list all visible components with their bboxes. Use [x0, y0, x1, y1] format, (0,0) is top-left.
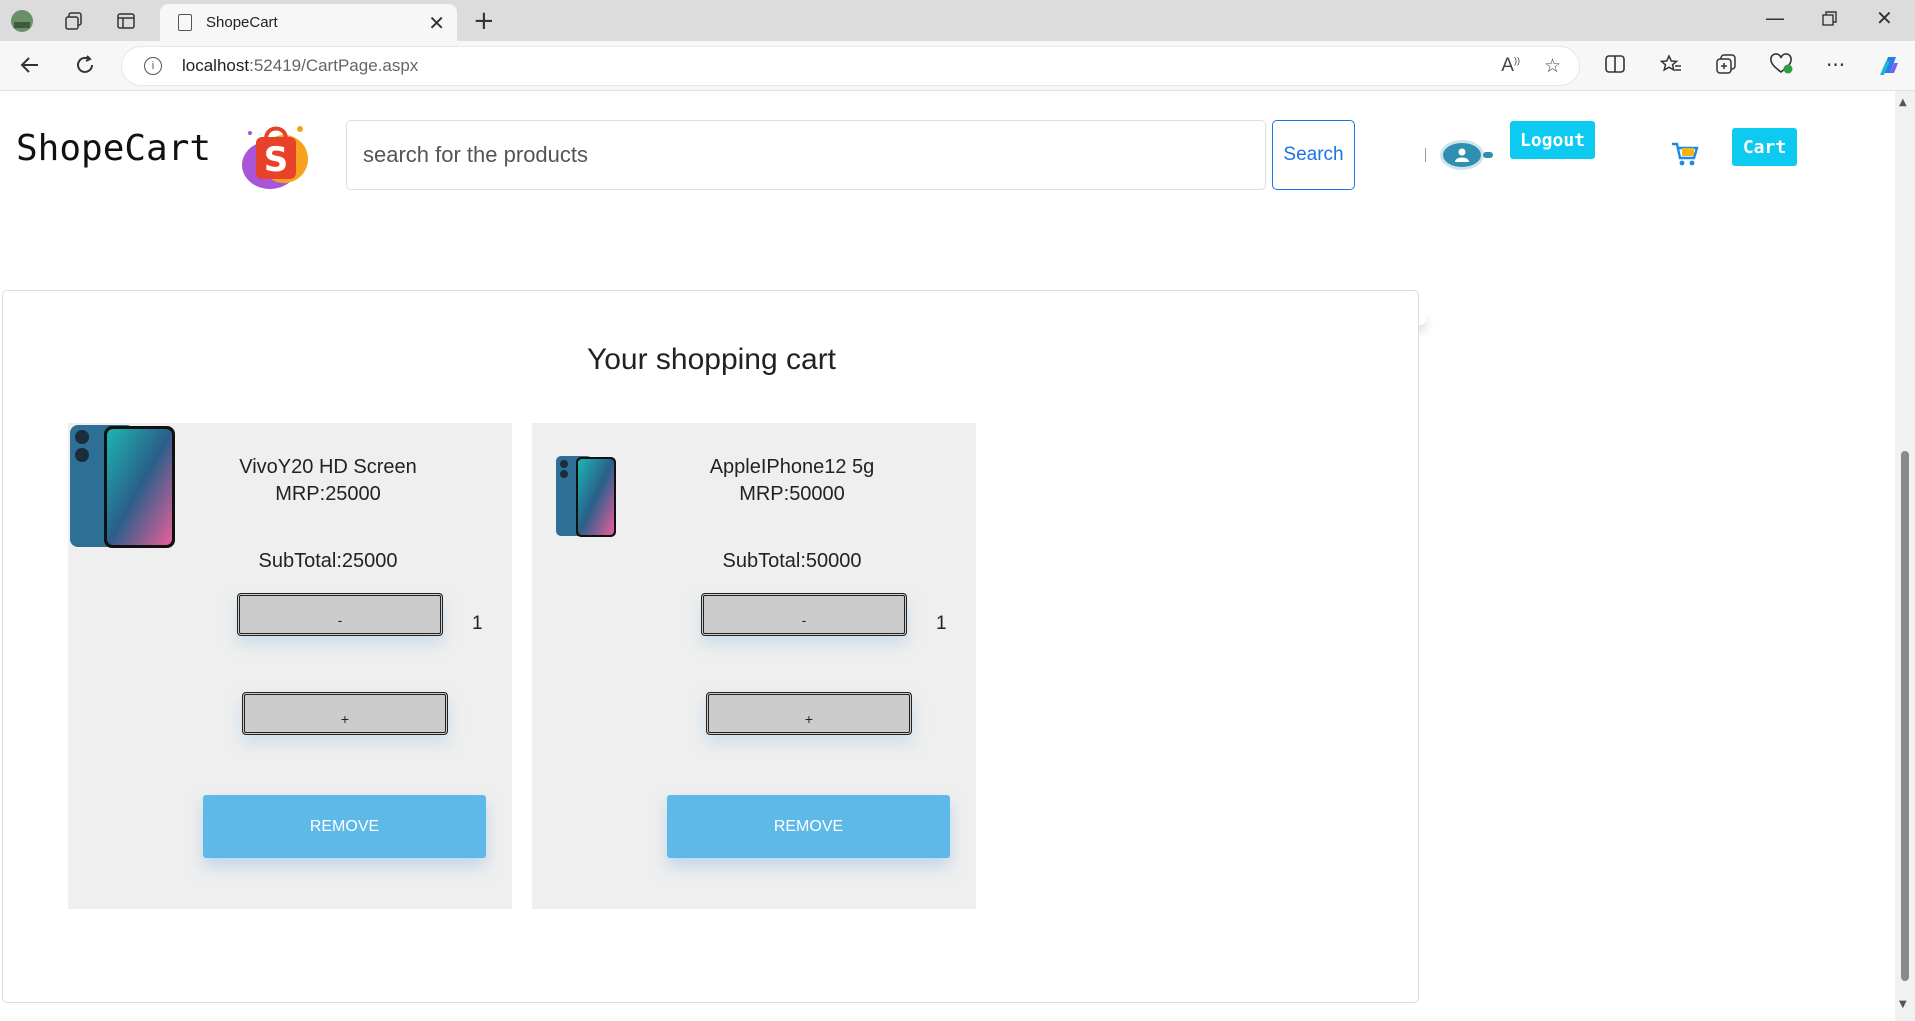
web-page: ShopeCart S Search Logout Cart Your shop… [0, 91, 1895, 1021]
more-options-icon[interactable]: ··· [1826, 53, 1845, 77]
favorites-icon[interactable] [1659, 53, 1682, 80]
logout-button[interactable]: Logout [1510, 121, 1595, 159]
tab-shopecart[interactable]: ShopeCart ✕ [160, 4, 457, 41]
url-path: :52419/CartPage.aspx [249, 56, 419, 75]
restore-icon[interactable] [1821, 6, 1839, 33]
remove-button[interactable]: REMOVE [667, 795, 950, 858]
tab-actions-icon[interactable] [114, 9, 138, 33]
search-input[interactable] [346, 120, 1266, 190]
new-tab-icon[interactable]: + [473, 6, 495, 36]
scroll-down-icon[interactable]: ▼ [1899, 999, 1907, 1010]
tab-title: ShopeCart [206, 14, 278, 31]
product-subtotal: SubTotal:50000 [722, 550, 862, 572]
window-close-icon[interactable]: ✕ [1876, 6, 1893, 30]
browser-tab-strip: ShopeCart ✕ + — ✕ [0, 0, 1915, 41]
product-name: AppleIPhone12 5g [709, 456, 875, 478]
address-bar[interactable]: i localhost:52419/CartPage.aspx A)) ☆ [121, 46, 1580, 86]
favorite-star-icon[interactable]: ☆ [1544, 55, 1561, 78]
shopping-bag-logo-icon: S [238, 119, 312, 193]
decrement-quantity-button[interactable]: - [237, 593, 443, 636]
profile-avatar-icon[interactable] [10, 9, 34, 33]
product-subtotal: SubTotal:25000 [258, 550, 398, 572]
browser-essentials-icon[interactable] [1769, 53, 1793, 80]
user-profile-icon[interactable] [1440, 140, 1493, 170]
decrement-quantity-button[interactable]: - [701, 593, 907, 636]
product-image[interactable] [70, 425, 176, 553]
close-icon[interactable]: ✕ [428, 11, 445, 35]
address-toolbar: i localhost:52419/CartPage.aspx A)) ☆ ··… [0, 41, 1915, 91]
document-icon [178, 14, 192, 31]
shopping-cart-icon[interactable] [1670, 139, 1700, 169]
search-button[interactable]: Search [1272, 120, 1355, 190]
increment-quantity-button[interactable]: + [242, 692, 448, 735]
site-brand[interactable]: ShopeCart [16, 128, 211, 169]
divider [1425, 148, 1428, 162]
split-screen-icon[interactable] [1604, 53, 1626, 80]
scroll-up-icon[interactable]: ▲ [1899, 97, 1907, 108]
minimize-icon[interactable]: — [1765, 6, 1785, 30]
remove-button[interactable]: REMOVE [203, 795, 486, 858]
product-mrp: MRP:50000 [739, 483, 845, 505]
read-aloud-icon[interactable]: A)) [1501, 55, 1520, 78]
product-image[interactable] [556, 456, 616, 542]
workspaces-icon[interactable] [62, 9, 86, 33]
product-mrp: MRP:25000 [275, 483, 381, 505]
logo-letter: S [264, 140, 289, 180]
back-arrow-icon[interactable] [18, 53, 42, 83]
quantity-value: 1 [472, 613, 483, 634]
page-scrollbar[interactable]: ▲ ▼ [1895, 91, 1915, 1021]
increment-quantity-button[interactable]: + [706, 692, 912, 735]
cart-button[interactable]: Cart [1732, 128, 1797, 166]
cart-item-card: VivoY20 HD Screen MRP:25000 SubTotal:250… [68, 423, 512, 909]
cart-item-card: AppleIPhone12 5g MRP:50000 SubTotal:5000… [532, 423, 976, 909]
site-info-icon[interactable]: i [144, 57, 162, 75]
scrollbar-thumb[interactable] [1901, 451, 1909, 981]
copilot-icon[interactable] [1876, 53, 1902, 84]
cart-title: Your shopping cart [586, 343, 837, 376]
refresh-icon[interactable] [73, 53, 97, 83]
url-host: localhost [182, 56, 250, 75]
product-name: VivoY20 HD Screen [239, 456, 417, 478]
cart-panel: Your shopping cart VivoY20 HD Screen MRP… [2, 290, 1419, 1003]
quantity-value: 1 [936, 613, 947, 634]
collections-icon[interactable] [1715, 53, 1737, 80]
